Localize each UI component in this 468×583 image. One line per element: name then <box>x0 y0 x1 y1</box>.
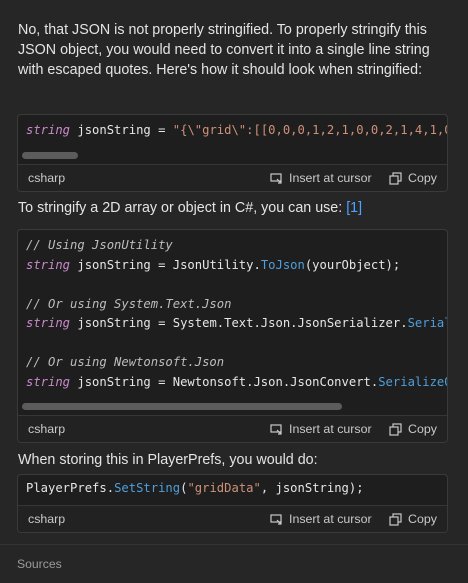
insert-at-cursor-button[interactable]: Insert at cursor <box>270 422 372 436</box>
code-function: ToJson <box>260 257 305 272</box>
insert-at-cursor-button[interactable]: Insert at cursor <box>270 512 372 526</box>
code-keyword: string <box>26 374 71 389</box>
code-text: jsonString = Newtonsoft.Json.JsonConvert… <box>70 374 379 389</box>
copy-button[interactable]: Copy <box>389 171 437 185</box>
code-line: string jsonString = JsonUtility.ToJson(y… <box>26 256 439 276</box>
copy-icon <box>389 512 402 526</box>
code-function: SetString <box>114 481 181 495</box>
code-text: (yourObject); <box>304 257 401 272</box>
code-block-footer: csharp Insert at cursor Copy <box>18 164 447 191</box>
insert-label: Insert at cursor <box>289 422 372 436</box>
code-comment: // Or using Newtonsoft.Json <box>26 355 225 369</box>
stringify-paragraph: To stringify a 2D array or object in C#,… <box>18 198 448 218</box>
code-line: string jsonString = System.Text.Json.Jso… <box>26 314 447 334</box>
language-label: csharp <box>28 512 66 526</box>
stringify-text: To stringify a 2D array or object in C#,… <box>18 200 347 216</box>
horizontal-scrollbar[interactable] <box>22 403 342 410</box>
code-function: Serial <box>407 316 447 330</box>
code-block-playerprefs: PlayerPrefs.SetString("gridData", jsonSt… <box>17 474 448 533</box>
code-text: jsonString = System.Text.Json.JsonSerial… <box>70 316 408 330</box>
code-keyword: string <box>26 316 71 330</box>
insert-label: Insert at cursor <box>289 171 372 185</box>
horizontal-scrollbar[interactable] <box>22 152 78 159</box>
copy-icon <box>389 422 402 436</box>
code-block-footer: csharp Insert at cursor Copy <box>18 415 447 442</box>
code-comment: // Using JsonUtility <box>26 238 173 252</box>
language-label: csharp <box>28 171 66 185</box>
code-content: // Using JsonUtility string jsonString = … <box>18 230 447 392</box>
code-block-json-string: string jsonString = "{\"grid\":[[0,0,0,1… <box>17 114 448 192</box>
citation-link[interactable]: [1] <box>346 200 362 216</box>
code-line: string jsonString = "{\"grid\":[[0,0,0,1… <box>18 115 447 141</box>
code-string: "{\"grid\":[[0,0,0,1,2,1,0,0,2,1,4,1,0 <box>172 123 447 137</box>
insert-icon <box>270 172 282 184</box>
copy-label: Copy <box>408 171 437 185</box>
code-text: PlayerPrefs. <box>26 481 115 495</box>
copy-button[interactable]: Copy <box>389 512 437 526</box>
code-function: SerializeOb <box>378 374 447 389</box>
insert-at-cursor-button[interactable]: Insert at cursor <box>270 171 372 185</box>
playerprefs-paragraph: When storing this in PlayerPrefs, you wo… <box>18 452 318 468</box>
code-comment: // Or using System.Text.Json <box>26 296 232 311</box>
language-label: csharp <box>28 422 66 436</box>
intro-paragraph: No, that JSON is not properly stringifie… <box>18 22 430 78</box>
code-block-footer: csharp Insert at cursor Copy <box>18 505 447 532</box>
code-block-stringify-examples: // Using JsonUtility string jsonString = … <box>17 229 448 443</box>
code-keyword: string <box>26 123 71 137</box>
insert-label: Insert at cursor <box>289 512 372 526</box>
code-text: , jsonString); <box>260 481 364 495</box>
code-keyword: string <box>26 257 71 272</box>
code-line: PlayerPrefs.SetString("gridData", jsonSt… <box>18 475 447 499</box>
code-string: "gridData" <box>187 481 261 495</box>
copy-label: Copy <box>408 422 437 436</box>
code-text: jsonString = <box>70 123 173 137</box>
code-line: string jsonString = Newtonsoft.Json.Json… <box>26 373 447 393</box>
sources-divider <box>0 544 468 545</box>
code-text: jsonString = JsonUtility. <box>70 257 261 272</box>
insert-icon <box>270 513 282 525</box>
copy-icon <box>389 171 402 185</box>
insert-icon <box>270 423 282 435</box>
copy-label: Copy <box>408 512 437 526</box>
sources-heading[interactable]: Sources <box>17 557 62 571</box>
copy-button[interactable]: Copy <box>389 422 437 436</box>
